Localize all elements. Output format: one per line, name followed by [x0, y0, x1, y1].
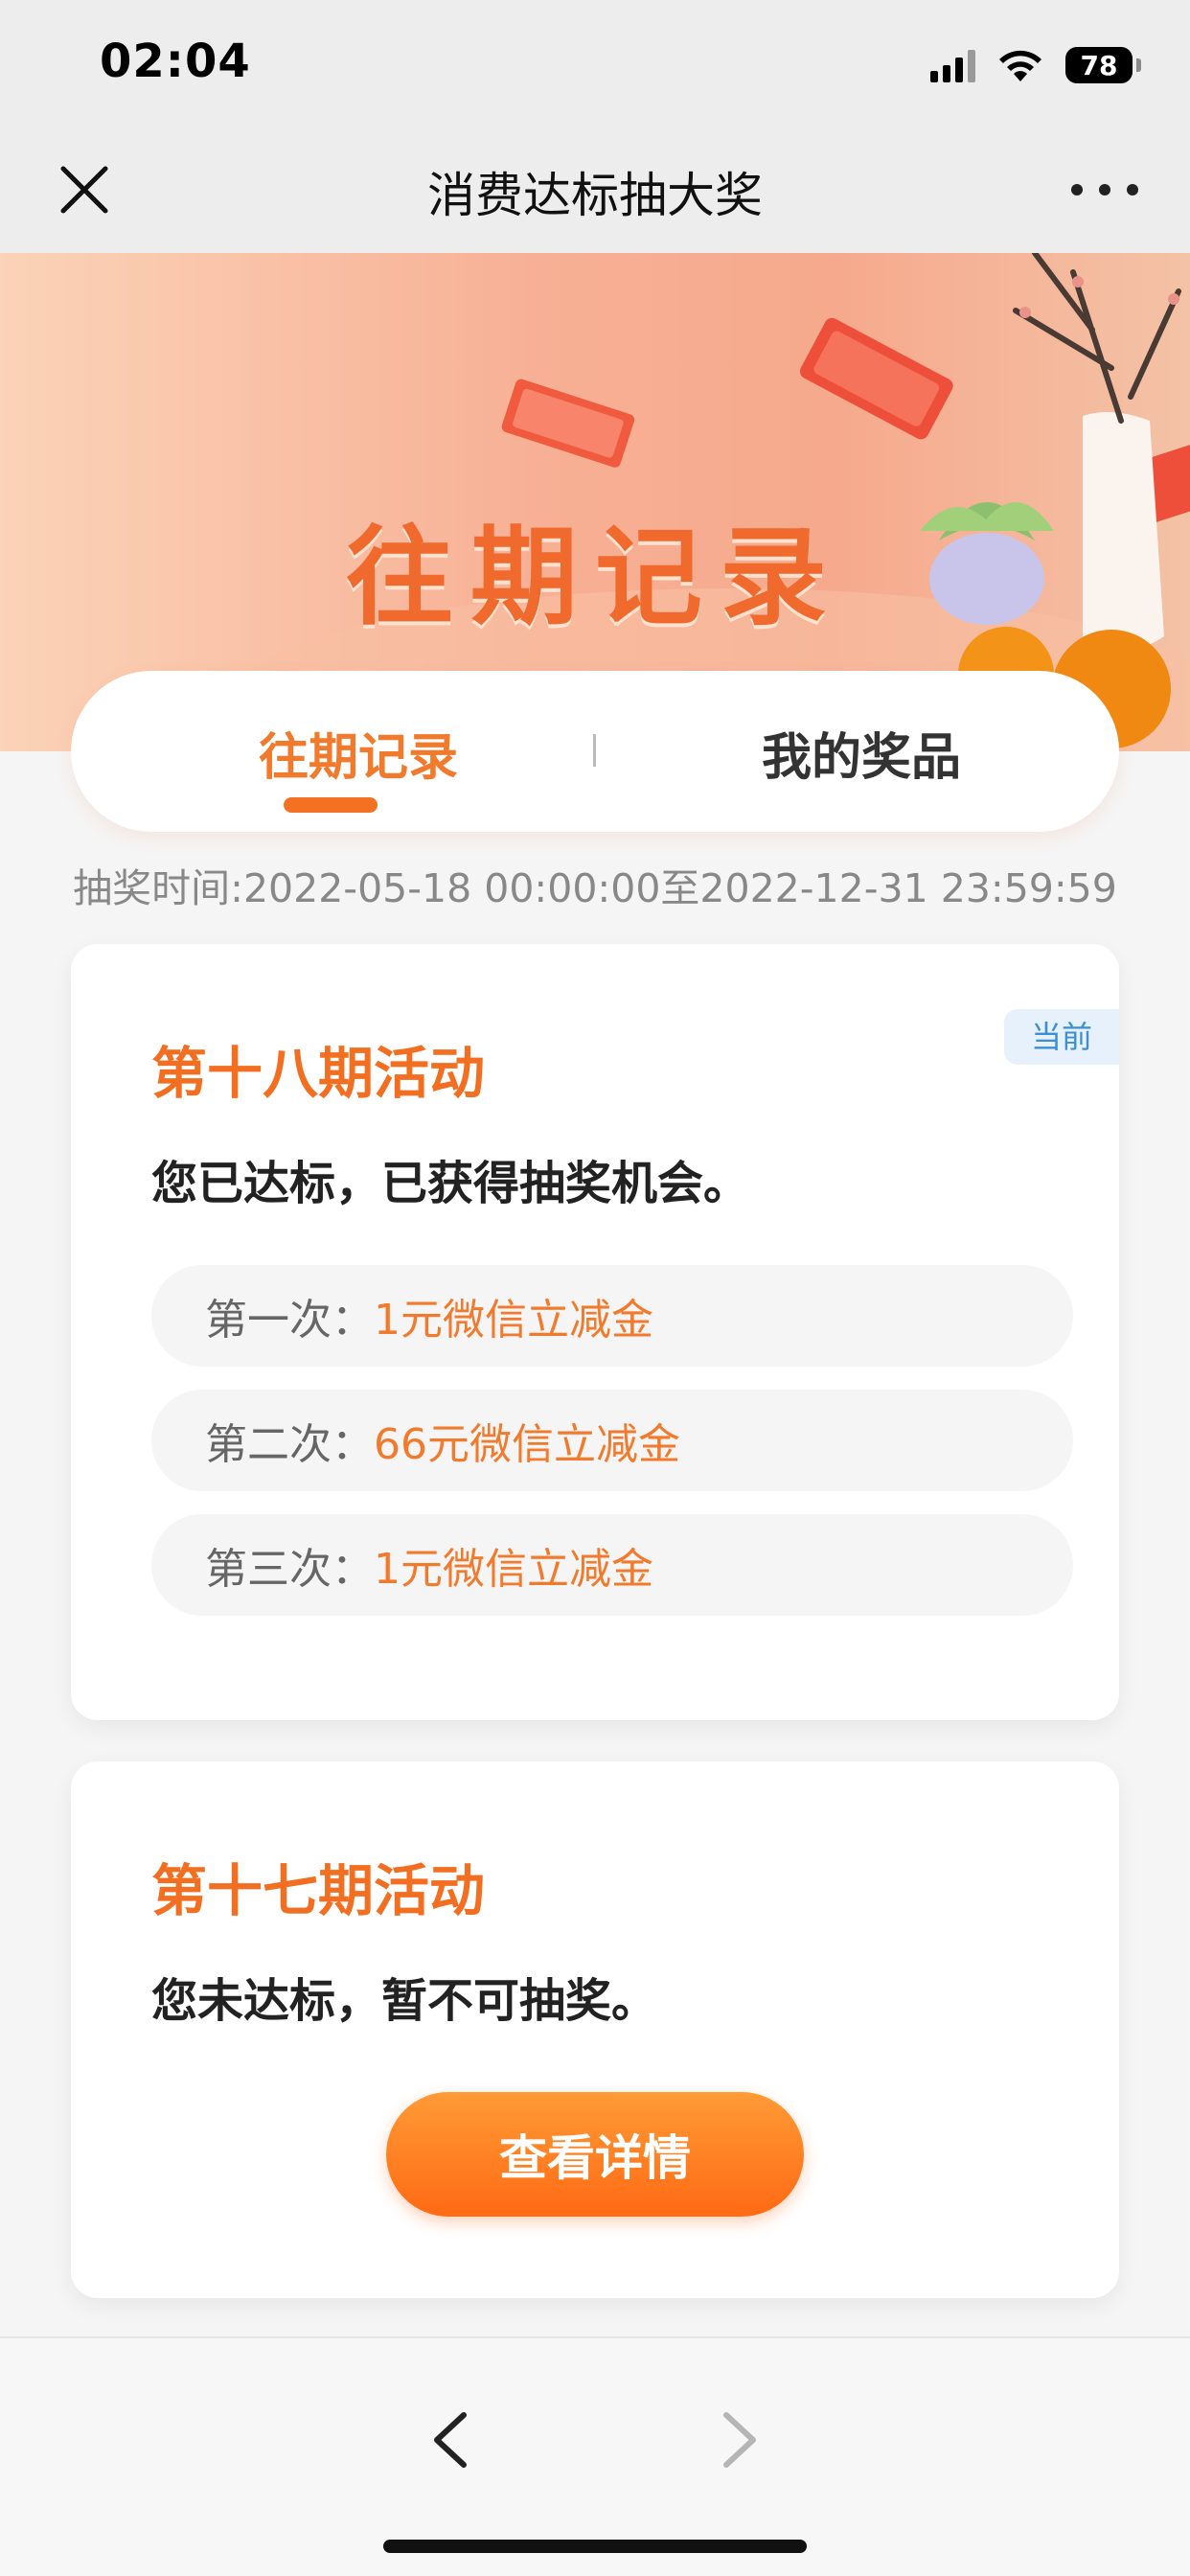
prize-row: 第一次： 1元微信立减金 [151, 1265, 1073, 1367]
prize-label: 第二次： [205, 1420, 374, 1469]
forward-arrow-icon[interactable] [711, 2402, 768, 2478]
lottery-time-range: 抽奖时间:2022-05-18 00:00:00至2022-12-31 23:5… [73, 865, 1117, 911]
tab-divider [593, 734, 596, 767]
view-details-button[interactable]: 查看详情 [386, 2092, 804, 2217]
wifi-icon [999, 50, 1041, 81]
prize-label: 第三次： [205, 1545, 374, 1594]
activity-title: 第十七期活动 [151, 1858, 486, 1923]
page-title: 消费达标抽大奖 [427, 168, 763, 223]
prize-value: 1元微信立减金 [374, 1296, 653, 1345]
prize-value: 1元微信立减金 [374, 1545, 653, 1594]
activity-status: 您未达标，暂不可抽奖。 [151, 1974, 658, 2028]
tab-past-records[interactable]: 往期记录 [186, 717, 531, 789]
tab-my-prizes[interactable]: 我的奖品 [689, 717, 1034, 789]
activity-card: 当前 第十八期活动 您已达标，已获得抽奖机会。 第一次： 1元微信立减金 第二次… [71, 944, 1119, 1720]
banner-title: 往期记录 [346, 516, 844, 640]
battery-icon: 78 [1065, 47, 1141, 83]
prize-row: 第二次： 66元微信立减金 [151, 1390, 1073, 1491]
prize-row: 第三次： 1元微信立减金 [151, 1514, 1073, 1616]
status-time: 02:04 [100, 34, 251, 88]
activity-title: 第十八期活动 [151, 1041, 486, 1106]
tab-active-indicator [284, 797, 378, 813]
home-indicator [383, 2540, 807, 2553]
prize-label: 第一次： [205, 1296, 374, 1345]
back-arrow-icon[interactable] [422, 2402, 479, 2478]
nav-bar: 消费达标抽大奖 [0, 134, 1190, 253]
prize-value: 66元微信立减金 [374, 1420, 680, 1469]
bottom-toolbar [0, 2336, 1190, 2576]
signal-icon [930, 48, 975, 82]
battery-level: 78 [1080, 49, 1118, 81]
page: 02:04 78 消费达标抽大奖 往期记录 往期记录 我的奖品 抽奖时间:202… [0, 0, 1190, 2576]
current-badge: 当前 [1004, 1009, 1119, 1065]
activity-status: 您已达标，已获得抽奖机会。 [151, 1157, 750, 1210]
tab-bar: 往期记录 我的奖品 [71, 671, 1119, 832]
status-icons: 78 [930, 38, 1141, 92]
status-bar: 02:04 78 [0, 0, 1190, 134]
more-icon[interactable] [1071, 169, 1138, 211]
activity-card: 第十七期活动 您未达标，暂不可抽奖。 查看详情 [71, 1761, 1119, 2298]
